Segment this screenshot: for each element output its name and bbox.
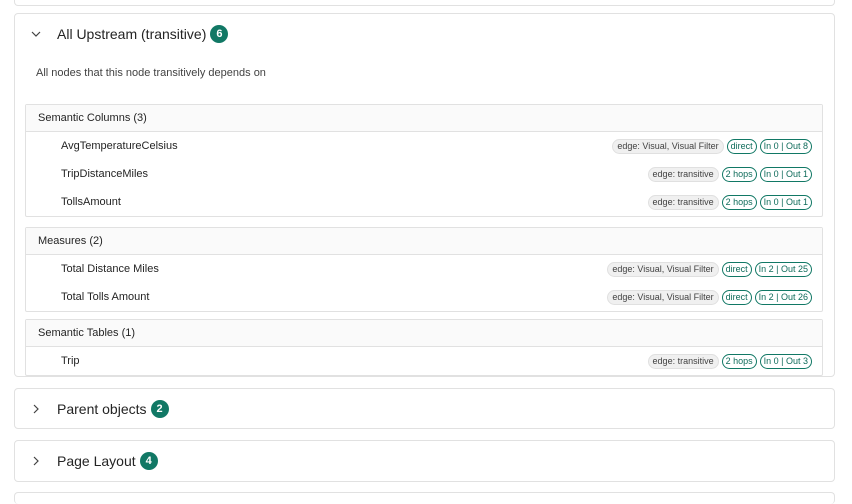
group-semantic-tables: Semantic Tables (1) Trip edge: transitiv…: [25, 319, 823, 376]
io-pill: In 0 | Out 1: [759, 194, 812, 210]
page-layout-section: Page Layout 4: [14, 440, 835, 482]
io-pill: In 2 | Out 26: [754, 289, 812, 305]
next-section-card: [14, 492, 835, 504]
section-title: Page Layout: [57, 453, 136, 469]
distance-pill: direct: [726, 138, 757, 154]
distance-pill: 2 hops: [721, 194, 757, 210]
parent-objects-section: Parent objects 2: [14, 388, 835, 429]
item-name: Total Distance Miles: [61, 263, 159, 275]
distance-pill: 2 hops: [721, 353, 757, 369]
section-title: Parent objects: [57, 401, 147, 417]
all-upstream-header[interactable]: All Upstream (transitive) 6: [15, 14, 834, 54]
list-item[interactable]: AvgTemperatureCelsius edge: Visual, Visu…: [26, 132, 822, 160]
group-measures: Measures (2) Total Distance Miles edge: …: [25, 227, 823, 312]
chevron-down-icon: [29, 27, 43, 41]
group-semantic-columns: Semantic Columns (3) AvgTemperatureCelsi…: [25, 104, 823, 217]
distance-pill: direct: [721, 289, 752, 305]
list-item[interactable]: Total Distance Miles edge: Visual, Visua…: [26, 255, 822, 283]
list-item[interactable]: Total Tolls Amount edge: Visual, Visual …: [26, 283, 822, 311]
item-name: AvgTemperatureCelsius: [61, 140, 178, 152]
parent-objects-header[interactable]: Parent objects 2: [15, 389, 834, 429]
list-item[interactable]: Trip edge: transitive 2 hops In 0 | Out …: [26, 347, 822, 375]
list-item[interactable]: TripDistanceMiles edge: transitive 2 hop…: [26, 160, 822, 188]
group-header: Measures (2): [26, 228, 822, 255]
section-title: All Upstream (transitive): [57, 26, 207, 42]
group-header: Semantic Columns (3): [26, 105, 822, 132]
chevron-right-icon: [29, 454, 43, 468]
distance-pill: 2 hops: [721, 166, 757, 182]
edge-tag: edge: Visual, Visual Filter: [607, 261, 719, 277]
edge-tag: edge: Visual, Visual Filter: [612, 138, 724, 154]
io-pill: In 2 | Out 25: [754, 261, 812, 277]
item-name: TripDistanceMiles: [61, 168, 149, 180]
edge-tag: edge: transitive: [647, 353, 719, 369]
all-upstream-section: All Upstream (transitive) 6 All nodes th…: [14, 13, 835, 377]
io-pill: In 0 | Out 3: [759, 353, 812, 369]
item-name: Trip: [61, 355, 80, 367]
edge-tag: edge: Visual, Visual Filter: [607, 289, 719, 305]
list-item[interactable]: TollsAmount edge: transitive 2 hops In 0…: [26, 188, 822, 216]
item-name: TollsAmount: [61, 196, 121, 208]
section-description: All nodes that this node transitively de…: [36, 67, 266, 79]
count-badge: 2: [150, 400, 169, 418]
group-header: Semantic Tables (1): [26, 320, 822, 347]
distance-pill: direct: [721, 261, 752, 277]
chevron-right-icon: [29, 402, 43, 416]
edge-tag: edge: transitive: [647, 194, 719, 210]
io-pill: In 0 | Out 1: [759, 166, 812, 182]
io-pill: In 0 | Out 8: [759, 138, 812, 154]
edge-tag: edge: transitive: [647, 166, 719, 182]
count-badge: 6: [210, 25, 229, 43]
previous-section-card: [14, 0, 835, 6]
item-name: Total Tolls Amount: [61, 291, 150, 303]
page-layout-header[interactable]: Page Layout 4: [15, 441, 834, 481]
count-badge: 4: [139, 452, 158, 470]
